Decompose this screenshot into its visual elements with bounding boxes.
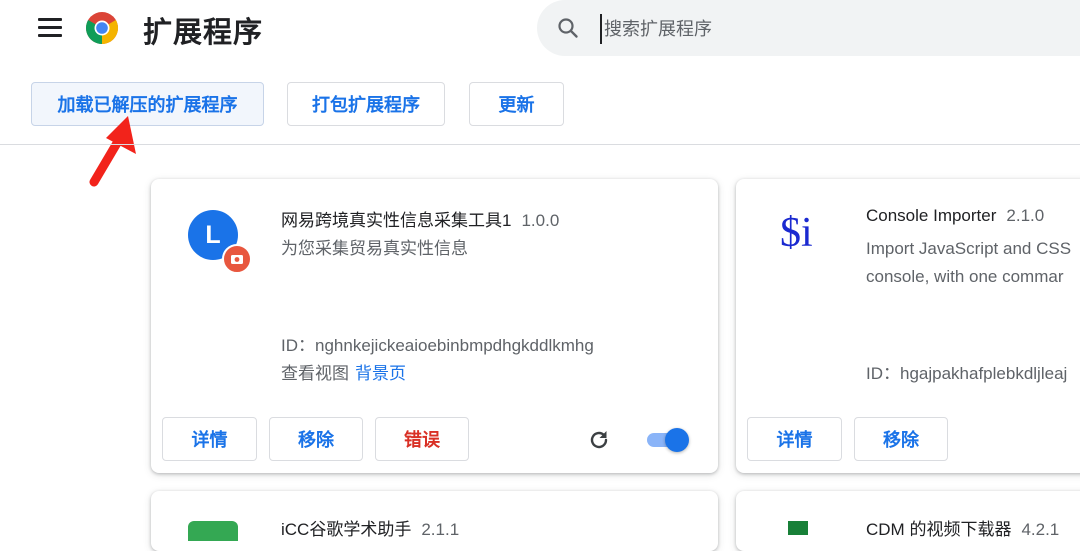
load-unpacked-button[interactable]: 加载已解压的扩展程序 bbox=[31, 82, 264, 126]
update-button[interactable]: 更新 bbox=[469, 82, 564, 126]
console-importer-icon: $i bbox=[780, 210, 813, 256]
description-line-2: console, with one commar bbox=[866, 267, 1064, 286]
description-line-1: Import JavaScript and CSS bbox=[866, 239, 1072, 258]
extension-name: 网易跨境真实性信息采集工具1 1.0.0 bbox=[281, 206, 559, 231]
extension-card: L 网易跨境真实性信息采集工具1 1.0.0 为您采集贸易真实性信息 ID：ngh… bbox=[151, 179, 718, 473]
extension-name-text: CDM 的视频下载器 bbox=[866, 520, 1012, 539]
extension-name: Console Importer 2.1.0 bbox=[866, 206, 1044, 226]
extension-version: 2.1.0 bbox=[1006, 206, 1045, 225]
remove-button[interactable]: 移除 bbox=[854, 417, 948, 461]
search-icon bbox=[558, 18, 578, 38]
remove-button[interactable]: 移除 bbox=[269, 417, 363, 461]
extension-name-text: iCC谷歌学术助手 bbox=[281, 520, 412, 539]
extension-name-text: Console Importer bbox=[866, 206, 997, 225]
reload-icon[interactable] bbox=[587, 428, 611, 452]
extension-description: Import JavaScript and CSS console, with … bbox=[866, 235, 1071, 291]
toolbar-divider bbox=[0, 144, 1080, 145]
extension-version: 4.2.1 bbox=[1021, 520, 1060, 539]
extension-description: 为您采集贸易真实性信息 bbox=[281, 239, 468, 258]
extension-id: ID：hgajpakhafplebkdljleaj bbox=[866, 359, 1067, 384]
search-input[interactable] bbox=[600, 14, 1066, 44]
page-title: 扩展程序 bbox=[143, 17, 264, 49]
extension-name-text: 网易跨境真实性信息采集工具1 bbox=[281, 211, 512, 230]
toggle-knob bbox=[665, 428, 689, 452]
chrome-logo bbox=[86, 12, 118, 44]
extension-card: $i Console Importer 2.1.0 Import JavaScri… bbox=[736, 179, 1080, 473]
extension-card: iCC谷歌学术助手 2.1.1 bbox=[151, 491, 718, 551]
inspect-views: 查看视图 背景页 bbox=[281, 359, 406, 384]
extension-icon bbox=[188, 521, 238, 541]
extension-version: 2.1.1 bbox=[421, 520, 460, 539]
extension-card: CDM 的视频下载器 4.2.1 bbox=[736, 491, 1080, 551]
id-value: nghnkejickeaioebinbmpdhgkddlkmhg bbox=[315, 336, 594, 355]
extension-name: CDM 的视频下载器 4.2.1 bbox=[866, 515, 1059, 540]
enable-toggle[interactable] bbox=[645, 426, 689, 452]
extension-id: ID：nghnkejickeaioebinbmpdhgkddlkmhg bbox=[281, 331, 594, 356]
menu-icon[interactable] bbox=[38, 18, 62, 38]
annotation-arrow-icon bbox=[89, 116, 136, 187]
errors-button[interactable]: 错误 bbox=[375, 417, 469, 461]
extension-name: iCC谷歌学术助手 2.1.1 bbox=[281, 515, 459, 540]
pack-extension-button[interactable]: 打包扩展程序 bbox=[287, 82, 445, 126]
id-value: hgajpakhafplebkdljleaj bbox=[900, 364, 1068, 383]
id-label: ID： bbox=[281, 336, 315, 355]
details-button[interactable]: 详情 bbox=[162, 417, 257, 461]
views-label: 查看视图 bbox=[281, 364, 349, 383]
details-button[interactable]: 详情 bbox=[747, 417, 842, 461]
screenshot-badge-icon bbox=[222, 244, 252, 274]
background-page-link[interactable]: 背景页 bbox=[355, 364, 406, 383]
id-label: ID： bbox=[866, 364, 900, 383]
extension-version: 1.0.0 bbox=[521, 211, 560, 230]
extension-icon bbox=[788, 521, 808, 535]
